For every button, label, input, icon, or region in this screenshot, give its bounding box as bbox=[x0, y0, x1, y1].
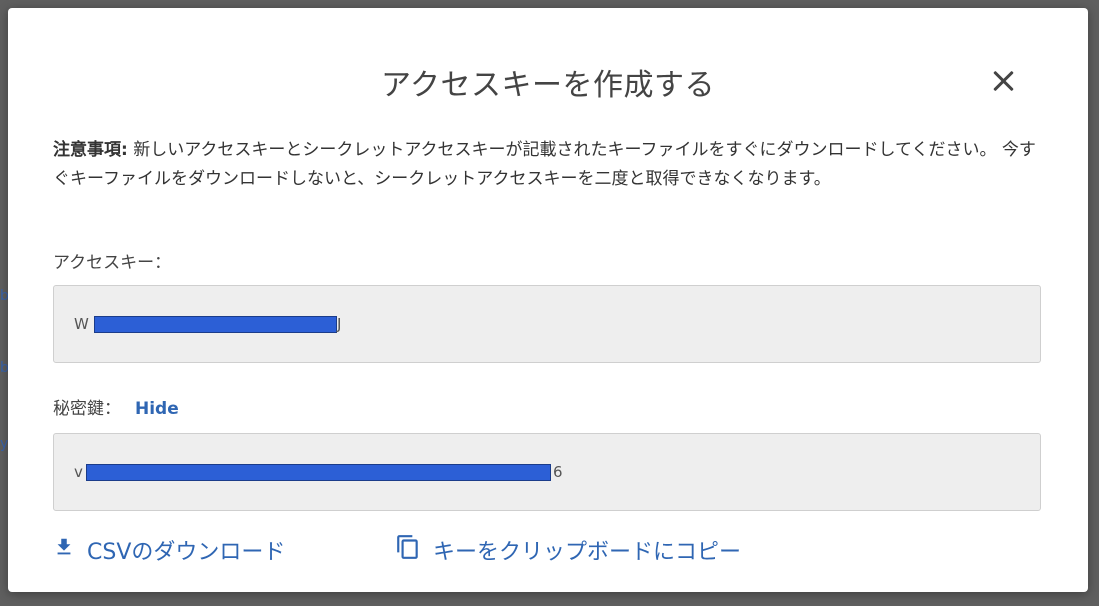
access-key-label: アクセスキー： bbox=[53, 253, 172, 273]
hide-secret-link[interactable]: Hide bbox=[135, 399, 179, 419]
download-csv-label: CSVのダウンロード bbox=[87, 540, 286, 565]
copy-to-clipboard-label: キーをクリップボードにコピー bbox=[433, 540, 742, 565]
access-key-field[interactable]: W J bbox=[53, 285, 1041, 363]
background-link-fragment: b bbox=[0, 288, 9, 304]
background-link-fragment: y bbox=[0, 436, 9, 452]
dialog-actions: CSVのダウンロード キーをクリップボードにコピー bbox=[53, 534, 1043, 570]
secret-key-label-row: 秘密鍵： Hide bbox=[53, 394, 179, 419]
notice-body: 新しいアクセスキーとシークレットアクセスキーが記載されたキーファイルをすぐにダウ… bbox=[53, 140, 1036, 189]
secret-key-prefix: v bbox=[74, 463, 83, 481]
background-link-fragment: b bbox=[0, 360, 9, 376]
download-csv-button[interactable]: CSVのダウンロード bbox=[53, 534, 285, 566]
access-key-prefix: W bbox=[74, 315, 89, 333]
redaction-bar bbox=[94, 316, 337, 333]
secret-key-field[interactable]: v 6 bbox=[53, 433, 1041, 511]
close-icon[interactable] bbox=[988, 66, 1018, 96]
copy-to-clipboard-button[interactable]: キーをクリップボードにコピー bbox=[395, 534, 741, 566]
access-key-suffix: J bbox=[337, 315, 342, 333]
notice-heading: 注意事項: bbox=[53, 140, 128, 160]
dialog-title: アクセスキーを作成する bbox=[381, 68, 715, 103]
download-icon bbox=[53, 536, 75, 564]
secret-key-label: 秘密鍵： bbox=[53, 399, 121, 419]
copy-icon bbox=[395, 534, 421, 566]
create-access-key-dialog: アクセスキーを作成する 注意事項: 新しいアクセスキーとシークレットアクセスキー… bbox=[8, 8, 1088, 592]
redaction-bar bbox=[86, 464, 551, 481]
secret-key-suffix: 6 bbox=[553, 463, 563, 481]
warning-notice: 注意事項: 新しいアクセスキーとシークレットアクセスキーが記載されたキーファイル… bbox=[53, 136, 1043, 194]
